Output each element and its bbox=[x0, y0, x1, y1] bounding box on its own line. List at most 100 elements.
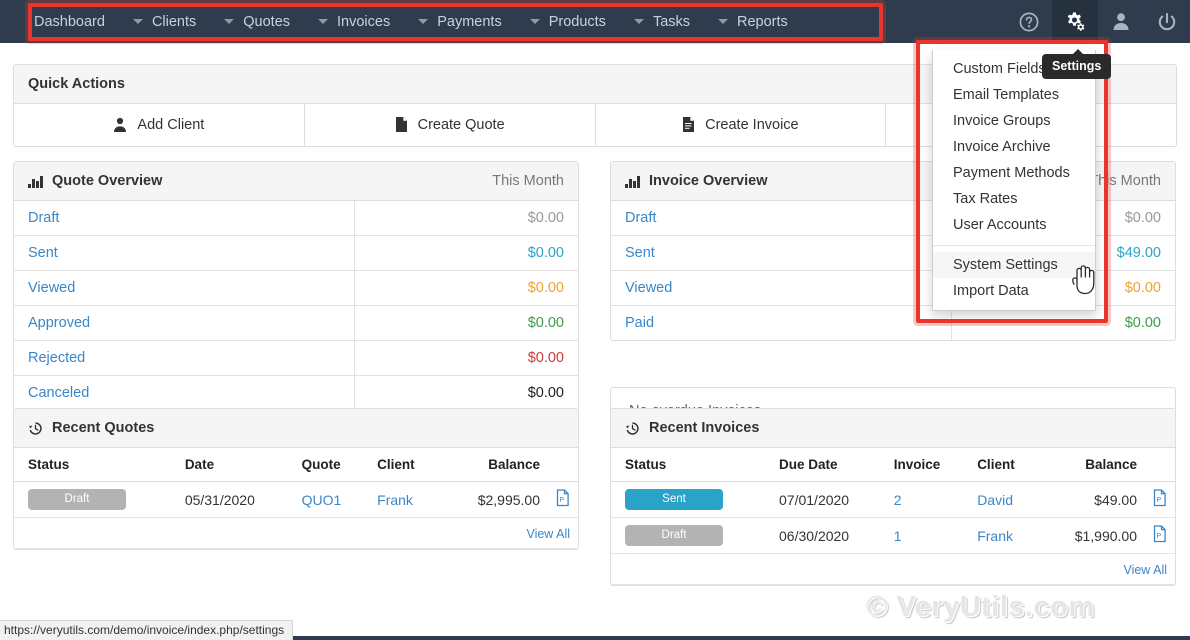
invoice-overview-period: This Month bbox=[1089, 173, 1161, 189]
nav-item-label: Clients bbox=[151, 13, 197, 30]
chevron-down-icon bbox=[318, 19, 329, 24]
table-row: Sent 07/01/2020 2 David $49.00 P bbox=[611, 481, 1175, 518]
quote-overview-rows: Draft $0.00 Sent $0.00 Viewed $0.00 Approved $0… bbox=[14, 201, 578, 410]
nav-item-quotes[interactable]: Quotes bbox=[210, 0, 304, 43]
client-cell: Frank bbox=[969, 517, 1041, 554]
help-icon[interactable] bbox=[1006, 0, 1052, 43]
nav-item-label: Reports bbox=[737, 13, 788, 30]
menu-item-invoice-archive[interactable]: Invoice Archive bbox=[933, 134, 1095, 160]
gears-settings-icon[interactable] bbox=[1052, 0, 1098, 43]
invoice-overview-link-sent[interactable]: Sent bbox=[611, 236, 953, 270]
client-link[interactable]: Frank bbox=[977, 528, 1013, 544]
number-cell: 2 bbox=[885, 481, 970, 518]
document-link[interactable]: 1 bbox=[894, 528, 902, 544]
quick-actions-title: Quick Actions bbox=[28, 76, 125, 92]
table-header-row: Status Due Date Invoice Client Balance bbox=[611, 448, 1175, 482]
quick-action-add-client[interactable]: Add Client bbox=[14, 104, 305, 146]
invoice-overview-title: Invoice Overview bbox=[649, 173, 768, 189]
status-badge: Draft bbox=[28, 489, 126, 510]
recent-quotes-title: Recent Quotes bbox=[52, 420, 155, 436]
mouse-cursor bbox=[1071, 264, 1097, 301]
chevron-down-icon bbox=[224, 19, 235, 24]
date-cell: 05/31/2020 bbox=[176, 481, 294, 518]
table-header-row: Status Date Quote Client Balance bbox=[14, 448, 578, 482]
view-all-row: View All bbox=[611, 553, 1175, 585]
file-icon bbox=[395, 116, 408, 133]
pdf-icon[interactable]: P bbox=[548, 481, 578, 518]
nav-item-invoices[interactable]: Invoices bbox=[304, 0, 404, 43]
user-icon[interactable] bbox=[1098, 0, 1144, 43]
menu-item-payment-methods[interactable]: Payment Methods bbox=[933, 160, 1095, 186]
nav-item-label: Invoices bbox=[337, 13, 391, 30]
document-link[interactable]: QUO1 bbox=[302, 492, 342, 508]
chevron-down-icon bbox=[633, 19, 644, 24]
top-navbar: Dashboard Clients Quotes Invoices Payments Pr… bbox=[0, 0, 1190, 43]
recent-invoices-table: Status Due Date Invoice Client Balance Sent 0… bbox=[611, 448, 1175, 585]
view-all-link[interactable]: View All bbox=[526, 527, 570, 541]
quick-action-create-quote[interactable]: Create Quote bbox=[305, 104, 596, 146]
overview-value: $0.00 bbox=[527, 245, 564, 261]
overview-value: $0.00 bbox=[527, 315, 564, 331]
balance-cell: $49.00 bbox=[1040, 481, 1145, 518]
invoice-overview-link-paid[interactable]: Paid bbox=[611, 306, 953, 340]
quote-overview-link-draft[interactable]: Draft bbox=[14, 201, 356, 235]
invoice-overview-link-viewed[interactable]: Viewed bbox=[611, 271, 953, 305]
power-icon[interactable] bbox=[1144, 0, 1190, 43]
column-header: Client bbox=[369, 448, 442, 482]
nav-item-reports[interactable]: Reports bbox=[704, 0, 802, 43]
nav-item-products[interactable]: Products bbox=[516, 0, 620, 43]
user-icon bbox=[113, 117, 127, 133]
view-all-row: View All bbox=[14, 517, 578, 549]
number-cell: 1 bbox=[885, 517, 970, 554]
column-header: Invoice bbox=[885, 448, 970, 482]
column-header: Status bbox=[14, 448, 177, 482]
nav-item-label: Tasks bbox=[652, 13, 691, 30]
overview-value: $0.00 bbox=[527, 280, 564, 296]
view-all-link[interactable]: View All bbox=[1123, 563, 1167, 577]
column-header bbox=[548, 448, 578, 482]
document-link[interactable]: 2 bbox=[894, 492, 902, 508]
quote-overview-link-viewed[interactable]: Viewed bbox=[14, 271, 356, 305]
nav-item-tasks[interactable]: Tasks bbox=[620, 0, 704, 43]
pdf-icon[interactable]: P bbox=[1145, 517, 1175, 554]
quote-overview-link-approved[interactable]: Approved bbox=[14, 306, 356, 340]
overview-value: $0.00 bbox=[527, 210, 564, 226]
nav-item-label: Payments bbox=[437, 13, 502, 30]
quote-overview-link-canceled[interactable]: Canceled bbox=[14, 376, 356, 410]
chevron-down-icon bbox=[132, 19, 143, 24]
menu-item-invoice-groups[interactable]: Invoice Groups bbox=[933, 108, 1095, 134]
client-link[interactable]: David bbox=[977, 492, 1013, 508]
overview-row: Rejected $0.00 bbox=[14, 341, 578, 376]
history-icon bbox=[28, 421, 43, 436]
client-link[interactable]: Frank bbox=[377, 492, 413, 508]
nav-item-label: Dashboard bbox=[34, 13, 105, 30]
quote-overview-link-rejected[interactable]: Rejected bbox=[14, 341, 356, 375]
menu-item-email-templates[interactable]: Email Templates bbox=[933, 82, 1095, 108]
history-icon bbox=[625, 421, 640, 436]
menu-item-user-accounts[interactable]: User Accounts bbox=[933, 212, 1095, 238]
file-text-icon bbox=[682, 116, 695, 133]
recent-invoices-header: Recent Invoices bbox=[611, 409, 1175, 448]
status-badge: Sent bbox=[625, 489, 723, 510]
chevron-down-icon bbox=[718, 19, 729, 24]
nav-item-label: Quotes bbox=[243, 13, 291, 30]
quick-action-create-invoice[interactable]: Create Invoice bbox=[596, 104, 887, 146]
menu-item-tax-rates[interactable]: Tax Rates bbox=[933, 186, 1095, 212]
nav-item-payments[interactable]: Payments bbox=[404, 0, 515, 43]
recent-invoices-panel: Recent Invoices Status Due Date Invoice Cli… bbox=[610, 408, 1176, 586]
column-header bbox=[1145, 448, 1175, 482]
pdf-icon[interactable]: P bbox=[1145, 481, 1175, 518]
nav-item-dashboard[interactable]: Dashboard bbox=[20, 0, 119, 43]
tooltip-arrow bbox=[1072, 49, 1084, 55]
quote-overview-period: This Month bbox=[492, 173, 564, 189]
invoice-overview-link-draft[interactable]: Draft bbox=[611, 201, 953, 235]
settings-tooltip-text: Settings bbox=[1052, 59, 1102, 73]
bar-chart-icon bbox=[28, 174, 43, 188]
nav-item-clients[interactable]: Clients bbox=[119, 0, 210, 43]
quote-overview-link-sent[interactable]: Sent bbox=[14, 236, 356, 270]
balance-cell: $1,990.00 bbox=[1040, 517, 1145, 554]
menu-divider bbox=[933, 245, 1095, 246]
overview-row: Viewed $0.00 bbox=[14, 271, 578, 306]
table-row: Draft 06/30/2020 1 Frank $1,990.00 P bbox=[611, 517, 1175, 554]
nav-item-label: Products bbox=[548, 13, 606, 30]
